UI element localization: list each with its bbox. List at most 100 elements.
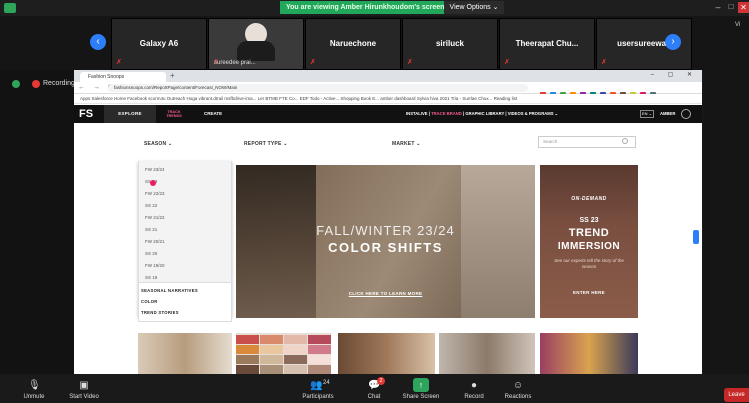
share-screen-icon[interactable]: ↑ [413,378,429,392]
gallery-next-icon[interactable]: › [665,34,681,50]
bookmarks-bar[interactable]: Apps Salesforce Home Facebook scorm4u Ou… [74,94,702,104]
header-links: INSTALIVE | TRACE BRAND | GRAPHIC LIBRAR… [406,111,559,116]
mouse-pointer-highlight [150,180,156,186]
participant-name: siriluck [435,39,464,48]
extension-icons[interactable] [540,85,696,98]
language-select[interactable]: EN ⌄ [640,110,654,118]
share-screen-button[interactable]: Share Screen [399,394,443,400]
participants-button[interactable]: Participants [296,394,340,400]
nav-create[interactable]: CREATE [204,105,222,123]
promo-title-1: TREND [568,227,610,239]
participant-name: Galaxy A6 [139,39,179,48]
participant-tile[interactable]: Naruechone ✗ [305,18,401,70]
nav-explore[interactable]: EXPLORE [104,105,156,123]
side-panel-tab[interactable] [693,230,699,244]
address-bar[interactable]: fashionsnoops.com/ReportPage/content/For… [108,84,528,92]
recording-label[interactable]: Recording [43,78,75,90]
browser-tab-bar [74,70,702,82]
self-view-name: sureedee prai... [214,60,256,66]
report-thumbnail[interactable] [540,333,638,374]
status-green-icon [12,80,20,88]
season-option[interactable]: FW 19/20 [145,263,165,268]
hero-cta-link[interactable]: CLICK HERE TO LEARN MORE [236,291,535,296]
season-option[interactable]: FW 22/23 [145,191,165,196]
start-video-button[interactable]: Start Video [62,394,106,400]
shared-browser-window: Fashion Snoops + – ▢ ✕ ← → ⟳ fashionsnoo… [74,70,702,374]
participants-count: 24 [323,380,330,386]
season-option[interactable]: SS 20 [145,251,157,256]
zoom-left-margin [0,70,74,374]
close-icon[interactable]: ✕ [738,2,749,13]
zoom-toolbar: 🎙 Unmute ▣ Start Video 👥 Participants 💬 … [0,374,749,403]
mic-muted-icon: ✗ [504,59,510,66]
record-button[interactable]: Record [452,394,496,400]
header-link-videos[interactable]: VIDEOS & PROGRAMS ⌄ [508,111,559,116]
chat-badge: 2 [377,377,385,385]
category-seasonal-narratives[interactable]: SEASONAL NARRATIVES [141,288,198,293]
promo-cta-link[interactable]: ENTER HERE [540,290,638,295]
season-filter[interactable]: SEASON ⌄ [144,141,172,147]
season-option[interactable]: SS 21 [145,227,157,232]
new-tab-icon[interactable]: + [170,71,175,80]
category-list: SEASONAL NARRATIVES COLOR TREND STORIES [138,282,232,322]
season-option[interactable]: FW 20/21 [145,239,165,244]
zoom-security-icon[interactable] [4,3,16,13]
promo-title-2: IMMERSION [557,241,621,252]
filter-bar: SEASON ⌄ REPORT TYPE ⌄ MARKET ⌄ Search [74,123,702,161]
hero-banner[interactable]: FALL/WINTER 23/24 COLOR SHIFTS CLICK HER… [236,165,535,318]
reactions-icon[interactable]: ☺ [512,380,524,392]
reactions-button[interactable]: Reactions [496,394,540,400]
category-trend-stories[interactable]: TREND STORIES [141,310,179,315]
report-type-filter[interactable]: REPORT TYPE ⌄ [244,141,287,147]
maximize-icon[interactable]: □ [725,2,737,13]
chat-button[interactable]: Chat [352,394,396,400]
header-link-graphic-library[interactable]: GRAPHIC LIBRARY [465,111,504,116]
participant-tile[interactable]: Galaxy A6 ✗ [111,18,207,70]
mic-muted-icon: ✗ [116,59,122,66]
nav-track-trends[interactable]: TRACK TRENDS [160,110,188,118]
site-logo[interactable]: FS [79,108,93,120]
view-label[interactable]: Vi [735,22,740,28]
promo-banner[interactable]: ON-DEMAND SS 23 TREND IMMERSION See our … [540,165,638,318]
minimize-icon[interactable]: – [712,2,724,13]
mic-muted-icon: ✗ [407,59,413,66]
view-options-button[interactable]: View Options ⌄ [444,1,504,14]
participant-name: Naruechone [329,39,377,48]
report-thumbnail[interactable] [338,333,435,374]
gallery-prev-icon[interactable]: ‹ [90,34,106,50]
promo-tag: ON-DEMAND [571,196,607,202]
participant-tile[interactable]: Theerapat Chu... ✗ [499,18,595,70]
season-option[interactable]: FW 23/24 [145,167,165,172]
participants-icon[interactable]: 👥 [310,380,322,392]
header-link-instalive[interactable]: INSTALIVE [406,111,428,116]
browser-tab[interactable]: Fashion Snoops [80,72,166,82]
mic-muted-icon: ✗ [310,59,316,66]
hero-title-line2: COLOR SHIFTS [328,240,443,255]
browser-window-controls[interactable]: – ▢ ✕ [651,71,698,78]
zoom-right-margin [703,16,749,374]
color-palette-thumbnail[interactable] [236,333,331,374]
mic-muted-icon[interactable]: 🎙 [28,380,41,392]
report-thumbnail[interactable] [439,333,535,374]
report-thumbnail[interactable] [138,333,232,374]
user-name[interactable]: AMBER [660,105,675,123]
hero-title-line1: FALL/WINTER 23/24 [316,223,455,238]
season-option[interactable]: SS 22 [145,203,157,208]
recording-icon [32,80,40,88]
avatar-body [237,41,275,61]
category-color[interactable]: COLOR [141,299,158,304]
mic-muted-icon: ✗ [601,59,607,66]
season-option[interactable]: SS 19 [145,275,157,280]
header-link-trace-brand[interactable]: TRACE BRAND [431,111,462,116]
promo-season: SS 23 [579,217,599,224]
promo-subtitle: See our experts tell the story of the se… [554,258,624,269]
market-filter[interactable]: MARKET ⌄ [392,141,421,147]
unmute-button[interactable]: Unmute [12,394,56,400]
participant-tile[interactable]: siriluck ✗ [402,18,498,70]
leave-button[interactable]: Leave [724,388,749,402]
record-icon[interactable]: ● [468,380,480,392]
search-icon[interactable] [622,138,628,144]
season-option[interactable]: FW 21/22 [145,215,165,220]
user-icon[interactable] [681,109,691,119]
video-off-icon[interactable]: ▣ [78,380,90,392]
